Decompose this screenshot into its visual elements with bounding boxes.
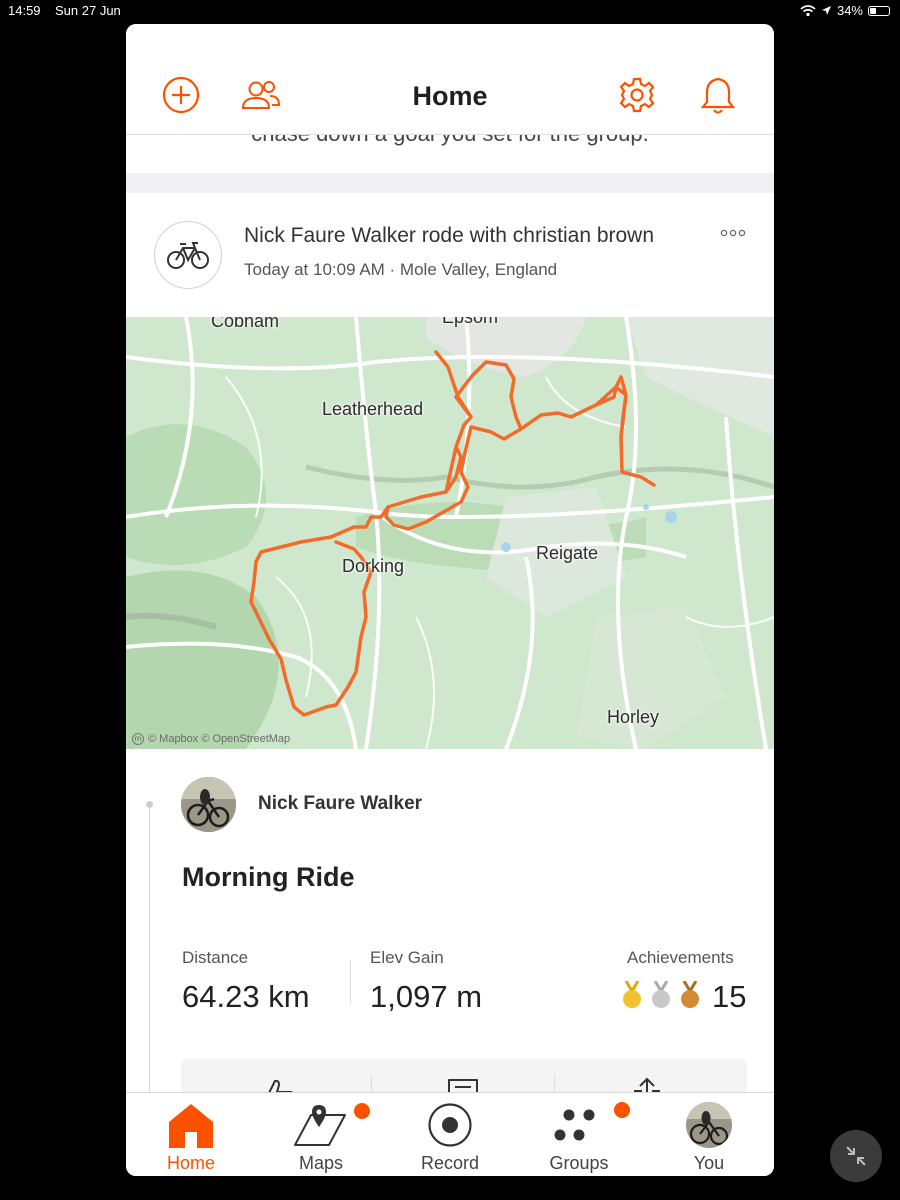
- page-title: Home: [412, 81, 488, 111]
- attribution-text: © Mapbox © OpenStreetMap: [148, 733, 291, 745]
- maps-notification-badge: [354, 1103, 370, 1119]
- tab-groups-label: Groups: [549, 1153, 609, 1173]
- location-arrow-icon: [821, 6, 831, 15]
- minimize-window-button[interactable]: [830, 1130, 882, 1182]
- battery-icon: [868, 5, 890, 16]
- map-label-epsom: Epsom: [442, 317, 499, 327]
- achievements-label: Achievements: [627, 948, 734, 967]
- map-label-reigate: Reigate: [536, 543, 599, 563]
- app-window: Home chase down a goal you set for the g…: [126, 24, 774, 1176]
- top-header: Home: [126, 24, 774, 135]
- map-attribution[interactable]: m © Mapbox © OpenStreetMap: [132, 733, 290, 745]
- activity-headline[interactable]: Nick Faure Walker rode with christian br…: [244, 224, 654, 248]
- more-options-button[interactable]: [718, 225, 748, 241]
- more-dots-icon: [720, 229, 746, 237]
- bronze-medal-icon: [681, 981, 699, 1008]
- stat-divider: [350, 960, 351, 1004]
- wifi-icon: [800, 4, 816, 16]
- tab-home-icon-wrap: [126, 1101, 256, 1149]
- map-label-dorking: Dorking: [342, 556, 405, 576]
- activity-time-location: Today at 10:09 AM · Mole Valley, England: [244, 260, 558, 279]
- silver-medal-icon: [652, 981, 670, 1008]
- tab-you-label: You: [693, 1153, 725, 1173]
- bell-icon: [700, 77, 736, 114]
- map-label-horley: Horley: [607, 707, 660, 727]
- achievements-count: 15: [712, 979, 747, 1014]
- settings-button[interactable]: [616, 74, 658, 116]
- activity-type-badge: [154, 221, 222, 289]
- status-bar: 14:59 Sun 27 Jun 34%: [0, 0, 900, 22]
- stat-elev-label: Elev Gain: [370, 948, 444, 967]
- record-icon: [428, 1103, 472, 1147]
- feed-separator: [126, 173, 774, 193]
- groups-notification-badge: [614, 1102, 630, 1118]
- gear-icon: [619, 77, 655, 113]
- groups-icon: [554, 1109, 595, 1141]
- tab-groups[interactable]: Groups: [514, 1093, 644, 1176]
- tab-maps[interactable]: Maps: [256, 1093, 386, 1176]
- tab-you-icon-wrap: [644, 1101, 774, 1149]
- bottom-tab-bar: Home Maps Record Groups You: [126, 1092, 774, 1176]
- maps-icon: [294, 1105, 346, 1146]
- battery-percent: 34%: [836, 3, 863, 18]
- bicycle-icon: [167, 242, 209, 269]
- previous-card-peek: chase down a goal you set for the group.: [126, 135, 774, 173]
- athlete-avatar[interactable]: [181, 777, 236, 832]
- tab-home-label: Home: [166, 1153, 215, 1173]
- route-map[interactable]: Cobham Epsom Leatherhead Dorking Reigate…: [126, 317, 774, 749]
- tab-home[interactable]: Home: [126, 1093, 256, 1176]
- activity-details: Nick Faure Walker Morning Ride Distance …: [126, 749, 774, 1119]
- status-time: 14:59: [8, 3, 41, 18]
- ride-title[interactable]: Morning Ride: [182, 862, 354, 893]
- avatar-photo: [181, 777, 236, 832]
- map-label-leatherhead: Leatherhead: [322, 399, 424, 419]
- peek-text: chase down a goal you set for the group.: [126, 135, 774, 147]
- activity-card-header[interactable]: Nick Faure Walker rode with christian br…: [126, 193, 774, 317]
- mapbox-logo-icon: m: [132, 733, 144, 745]
- tab-maps-label: Maps: [298, 1153, 343, 1173]
- tab-record-icon-wrap: [385, 1101, 515, 1149]
- tab-record-label: Record: [420, 1153, 480, 1173]
- map-label-cobham: Cobham: [211, 317, 280, 331]
- stat-elev-value: 1,097 m: [370, 979, 483, 1014]
- stat-distance-value: 64.23 km: [182, 979, 310, 1014]
- status-date: Sun 27 Jun: [55, 3, 121, 18]
- achievement-medals: [622, 981, 700, 1009]
- tab-you[interactable]: You: [644, 1093, 774, 1176]
- home-icon: [169, 1104, 213, 1148]
- stat-distance-label: Distance: [182, 948, 249, 967]
- timeline-dot: [146, 801, 153, 808]
- collapse-arrows-icon: [846, 1146, 866, 1166]
- profile-avatar-icon: [686, 1102, 732, 1148]
- timeline-line: [149, 805, 150, 1105]
- map-canvas: [126, 317, 774, 749]
- status-right: 34%: [800, 3, 890, 18]
- tab-record[interactable]: Record: [385, 1093, 515, 1176]
- gold-medal-icon: [623, 981, 641, 1008]
- notifications-button[interactable]: [697, 74, 739, 116]
- athlete-name[interactable]: Nick Faure Walker: [258, 793, 422, 815]
